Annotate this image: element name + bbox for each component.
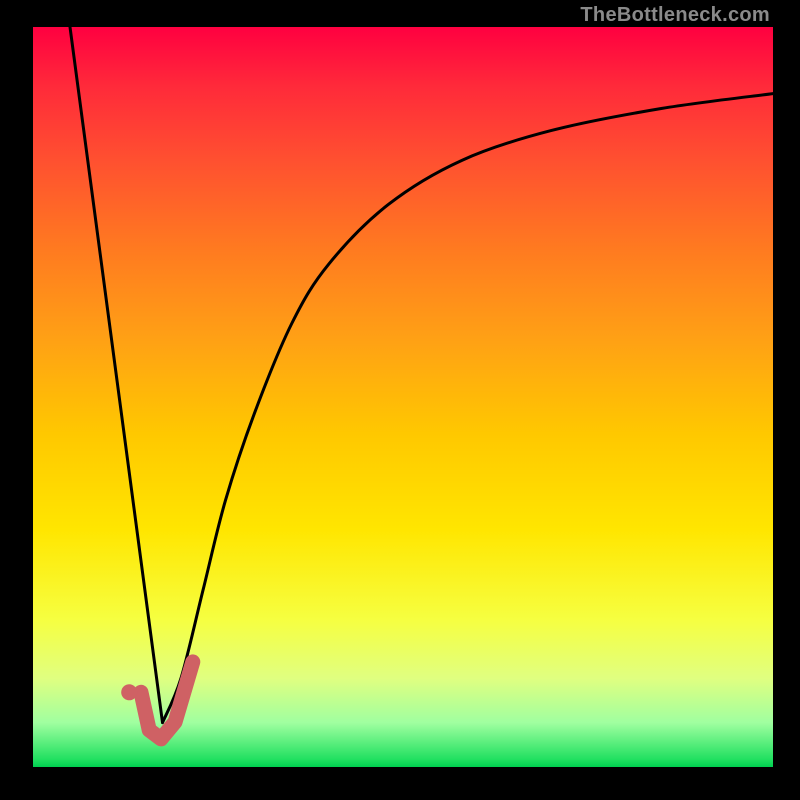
- left-branch-curve: [70, 27, 163, 723]
- watermark-text: TheBottleneck.com: [580, 4, 770, 27]
- right-branch-curve: [163, 94, 774, 723]
- chart-frame: TheBottleneck.com: [0, 0, 800, 800]
- plot-area: [33, 27, 773, 767]
- marker-dot: [121, 684, 137, 700]
- marker-hook: [141, 662, 193, 739]
- curves-layer: [33, 27, 773, 767]
